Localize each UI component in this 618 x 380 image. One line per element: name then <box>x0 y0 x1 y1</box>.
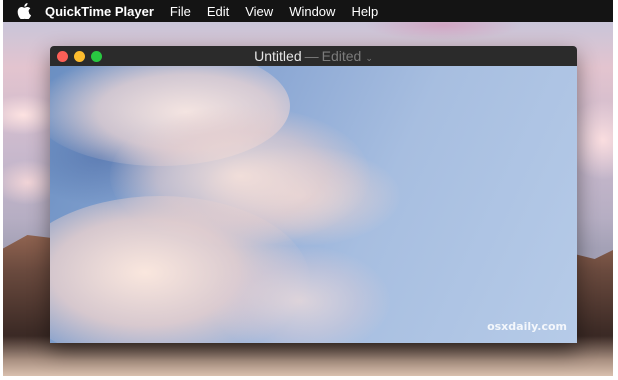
menu-help[interactable]: Help <box>351 4 378 19</box>
watermark: osxdaily.com <box>487 320 567 333</box>
video-frame[interactable]: osxdaily.com <box>50 66 577 343</box>
quicktime-window: Untitled — Edited ⌄ osxdaily.com <box>50 46 577 343</box>
apple-icon[interactable] <box>17 3 33 19</box>
window-title[interactable]: Untitled — Edited ⌄ <box>254 48 373 64</box>
minimize-button[interactable] <box>74 51 85 62</box>
zoom-button[interactable] <box>91 51 102 62</box>
window-title-text: Untitled <box>254 48 302 64</box>
chevron-down-icon[interactable]: ⌄ <box>365 53 373 64</box>
menu-bar: QuickTime Player File Edit View Window H… <box>3 0 613 22</box>
edited-status: Edited <box>321 48 362 64</box>
video-cloud <box>210 246 390 343</box>
menu-app-name[interactable]: QuickTime Player <box>45 4 154 19</box>
window-titlebar[interactable]: Untitled — Edited ⌄ <box>50 46 577 66</box>
menu-file[interactable]: File <box>170 4 191 19</box>
close-button[interactable] <box>57 51 68 62</box>
menu-edit[interactable]: Edit <box>207 4 229 19</box>
menu-window[interactable]: Window <box>289 4 335 19</box>
title-separator: — <box>304 48 319 64</box>
menu-view[interactable]: View <box>245 4 273 19</box>
